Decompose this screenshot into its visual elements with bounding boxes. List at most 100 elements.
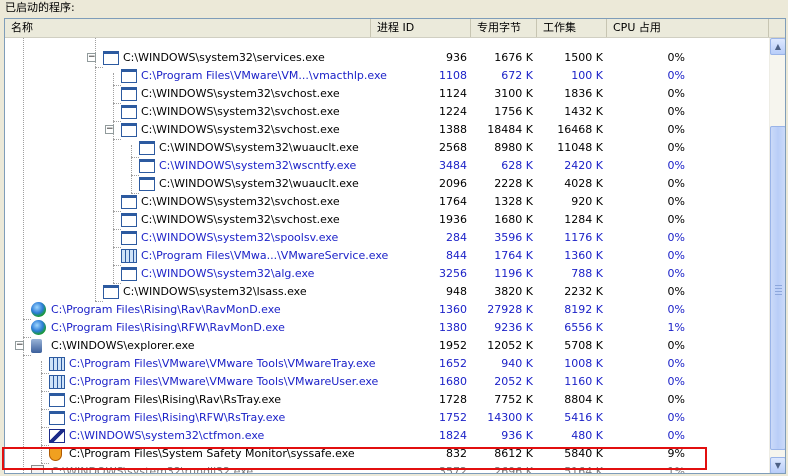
process-id: 1952 <box>439 339 467 352</box>
win-icon <box>121 123 137 137</box>
table-row[interactable]: C:\WINDOWS\system32\wuauclt.exe 2568 8980 … <box>5 139 769 157</box>
table-row[interactable]: C:\WINDOWS\system32\lsass.exe 948 3820 K 22… <box>5 283 769 301</box>
working-set: 2232 K <box>564 285 603 298</box>
table-row[interactable]: C:\Program Files\VMware\VMware Tools\VMw… <box>5 373 769 391</box>
table-row[interactable]: C:\WINDOWS\system32\alg.exe 3256 1196 K 788… <box>5 265 769 283</box>
column-pid[interactable]: 进程 ID <box>371 19 471 37</box>
win-icon <box>139 141 155 155</box>
win-icon <box>139 159 155 173</box>
table-row[interactable]: C:\Program Files\VMware\VM...\vmacthlp.e… <box>5 67 769 85</box>
process-name: C:\WINDOWS\system32\svchost.exe <box>141 195 340 208</box>
process-name: C:\WINDOWS\system32\wuauclt.exe <box>159 141 359 154</box>
private-bytes: 18484 K <box>487 123 533 136</box>
process-id: 1388 <box>439 123 467 136</box>
collapse-toggle[interactable]: − <box>105 125 114 134</box>
process-id: 1124 <box>439 87 467 100</box>
win-icon <box>121 87 137 101</box>
process-id: 1108 <box>439 69 467 82</box>
win-icon <box>49 411 65 425</box>
cpu-usage: 0% <box>667 177 685 190</box>
table-row[interactable]: − C:\WINDOWS\explorer.exe 1952 12052 K 5708 … <box>5 337 769 355</box>
column-header: 名称 进程 ID 专用字节 工作集 CPU 占用 <box>5 19 785 38</box>
process-name: C:\WINDOWS\system32\wscntfy.exe <box>159 159 357 172</box>
private-bytes: 1328 K <box>494 195 533 208</box>
process-id: 1764 <box>439 195 467 208</box>
win-icon <box>103 285 119 299</box>
column-cpu[interactable]: CPU 占用 <box>607 19 769 37</box>
table-row[interactable]: C:\WINDOWS\system32\wuauclt.exe 2096 2228 … <box>5 175 769 193</box>
cpu-usage: 0% <box>667 357 685 370</box>
process-id: 3256 <box>439 267 467 280</box>
cpu-usage: 0% <box>667 339 685 352</box>
process-id: 3484 <box>439 159 467 172</box>
process-id: 948 <box>446 285 467 298</box>
process-id: 284 <box>446 231 467 244</box>
column-working-set[interactable]: 工作集 <box>537 19 607 37</box>
highlight-box <box>2 447 707 470</box>
working-set: 5708 K <box>564 339 603 352</box>
cpu-usage: 0% <box>667 393 685 406</box>
cpu-usage: 0% <box>667 375 685 388</box>
win-icon <box>121 105 137 119</box>
table-row[interactable]: C:\WINDOWS\system32\svchost.exe 1764 1328 … <box>5 193 769 211</box>
process-id: 1936 <box>439 213 467 226</box>
private-bytes: 1764 K <box>494 249 533 262</box>
table-row[interactable]: C:\WINDOWS\system32\ctfmon.exe 1824 936 K 4… <box>5 427 769 445</box>
private-bytes: 27928 K <box>487 303 533 316</box>
private-bytes: 1676 K <box>494 51 533 64</box>
collapse-toggle[interactable]: − <box>15 341 24 350</box>
table-row[interactable]: C:\WINDOWS\system32\svchost.exe 1224 1756 … <box>5 103 769 121</box>
table-row[interactable]: − C:\WINDOWS\system32\svchost.exe 1388 1848… <box>5 121 769 139</box>
table-row[interactable]: − C:\WINDOWS\system32\services.exe 936 1676… <box>5 49 769 67</box>
process-id: 1728 <box>439 393 467 406</box>
cpu-usage: 0% <box>667 213 685 226</box>
working-set: 1160 K <box>564 375 603 388</box>
process-id: 2096 <box>439 177 467 190</box>
table-row[interactable]: C:\WINDOWS\system32\wscntfy.exe 3484 628 K… <box>5 157 769 175</box>
win-icon <box>103 51 119 65</box>
working-set: 1176 K <box>564 231 603 244</box>
private-bytes: 1196 K <box>494 267 533 280</box>
table-row[interactable]: C:\Program Files\Rising\RFW\RsTray.exe 17… <box>5 409 769 427</box>
scroll-down-button[interactable]: ▼ <box>770 457 785 473</box>
collapse-toggle[interactable]: − <box>87 53 96 62</box>
scroll-up-button[interactable]: ▲ <box>770 38 785 55</box>
scroll-thumb[interactable] <box>770 126 785 450</box>
process-name: C:\Program Files\VMware\VMware Tools\VMw… <box>69 375 379 388</box>
process-name: C:\Program Files\VMwa...\VMwareService.e… <box>141 249 389 262</box>
table-row[interactable]: C:\Program Files\VMwa...\VMwareService.e… <box>5 247 769 265</box>
process-name: C:\Program Files\Rising\RFW\RavMonD.exe <box>51 321 285 334</box>
win-icon <box>139 177 155 191</box>
column-name[interactable]: 名称 <box>5 19 371 37</box>
cpu-usage: 0% <box>667 303 685 316</box>
working-set: 11048 K <box>557 141 603 154</box>
cpu-usage: 0% <box>667 105 685 118</box>
process-tree-list[interactable]: 名称 进程 ID 专用字节 工作集 CPU 占用 − C:\WINDOWS\sys… <box>4 18 786 474</box>
working-set: 1360 K <box>564 249 603 262</box>
working-set: 480 K <box>571 429 603 442</box>
table-row[interactable]: C:\WINDOWS\system32\svchost.exe 1124 3100 … <box>5 85 769 103</box>
cpu-usage: 0% <box>667 159 685 172</box>
working-set: 788 K <box>571 267 603 280</box>
table-row[interactable]: C:\Program Files\Rising\Rav\RsTray.exe 17… <box>5 391 769 409</box>
table-row[interactable]: C:\WINDOWS\system32\spoolsv.exe 284 3596 K… <box>5 229 769 247</box>
cpu-usage: 0% <box>667 285 685 298</box>
cpu-usage: 0% <box>667 51 685 64</box>
private-bytes: 1680 K <box>494 213 533 226</box>
private-bytes: 2228 K <box>494 177 533 190</box>
cpu-usage: 0% <box>667 141 685 154</box>
working-set: 1284 K <box>564 213 603 226</box>
process-name: C:\WINDOWS\system32\wuauclt.exe <box>159 177 359 190</box>
table-row[interactable]: C:\Program Files\VMware\VMware Tools\VMw… <box>5 355 769 373</box>
private-bytes: 3820 K <box>494 285 533 298</box>
process-id: 1380 <box>439 321 467 334</box>
win-icon <box>121 195 137 209</box>
table-row[interactable]: C:\Program Files\Rising\RFW\RavMonD.exe 1… <box>5 319 769 337</box>
table-row[interactable]: C:\WINDOWS\system32\svchost.exe 1936 1680 … <box>5 211 769 229</box>
private-bytes: 936 K <box>501 429 533 442</box>
table-row[interactable]: C:\Program Files\Rising\Rav\RavMonD.exe 1… <box>5 301 769 319</box>
column-private-bytes[interactable]: 专用字节 <box>471 19 537 37</box>
vertical-scrollbar[interactable]: ▲ ▼ <box>769 38 785 473</box>
process-name: C:\WINDOWS\system32\lsass.exe <box>123 285 307 298</box>
working-set: 1432 K <box>564 105 603 118</box>
